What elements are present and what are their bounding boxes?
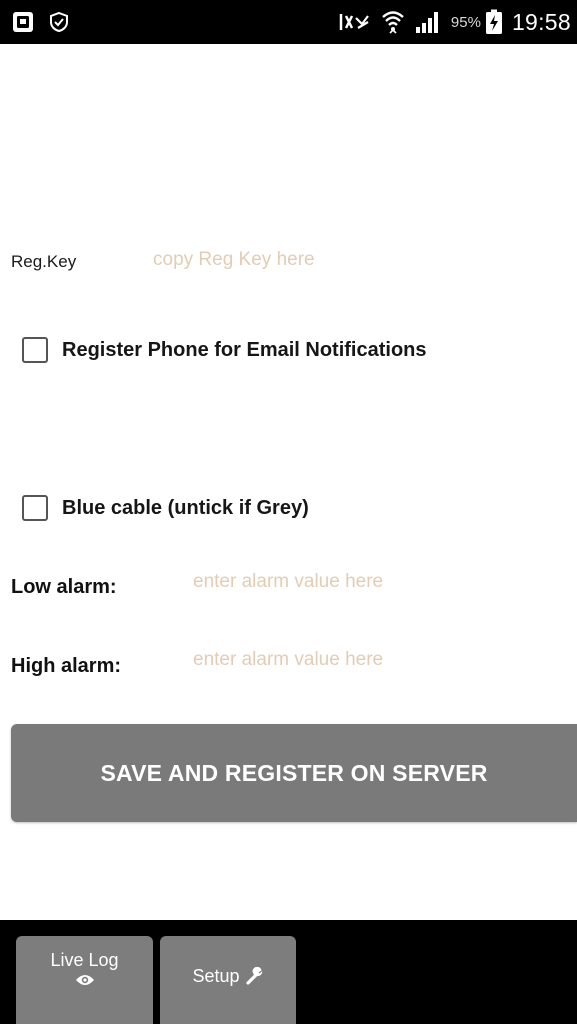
save-and-register-button[interactable]: SAVE AND REGISTER ON SERVER: [11, 724, 577, 822]
signal-icon: [415, 12, 438, 33]
low-alarm-input[interactable]: [193, 566, 533, 598]
eye-icon: [75, 975, 94, 985]
register-phone-label[interactable]: Register Phone for Email Notifications: [62, 339, 427, 362]
reg-key-label: Reg.Key: [11, 252, 77, 271]
blue-cable-label[interactable]: Blue cable (untick if Grey): [62, 497, 309, 520]
setup-label: Setup: [192, 965, 240, 986]
tab-live-log[interactable]: Live Log: [16, 936, 153, 1024]
battery-charging-icon: [485, 9, 502, 34]
live-log-label: Live Log: [50, 950, 119, 970]
clock: 19:58: [511, 8, 571, 35]
status-bar: 95% 19:58: [0, 0, 577, 44]
register-phone-checkbox-row[interactable]: Register Phone for Email Notifications: [22, 337, 427, 363]
blue-cable-checkbox-row[interactable]: Blue cable (untick if Grey): [22, 495, 309, 521]
wrench-icon: [245, 967, 262, 985]
register-phone-checkbox[interactable]: [22, 337, 48, 363]
high-alarm-input[interactable]: [193, 644, 533, 676]
battery-percent: 95%: [450, 13, 481, 31]
low-alarm-label: Low alarm:: [11, 576, 117, 598]
tab-setup[interactable]: Setup: [160, 936, 296, 1024]
nfc-icon: [339, 14, 369, 30]
high-alarm-label: High alarm:: [11, 655, 122, 677]
reg-key-input[interactable]: [153, 245, 543, 275]
wifi-icon: [382, 11, 404, 34]
blue-cable-checkbox[interactable]: [22, 495, 48, 521]
bottom-nav-bar: Live Log Setup: [0, 920, 577, 1024]
pocket-icon: [13, 12, 33, 32]
shield-check-icon: [50, 11, 68, 33]
